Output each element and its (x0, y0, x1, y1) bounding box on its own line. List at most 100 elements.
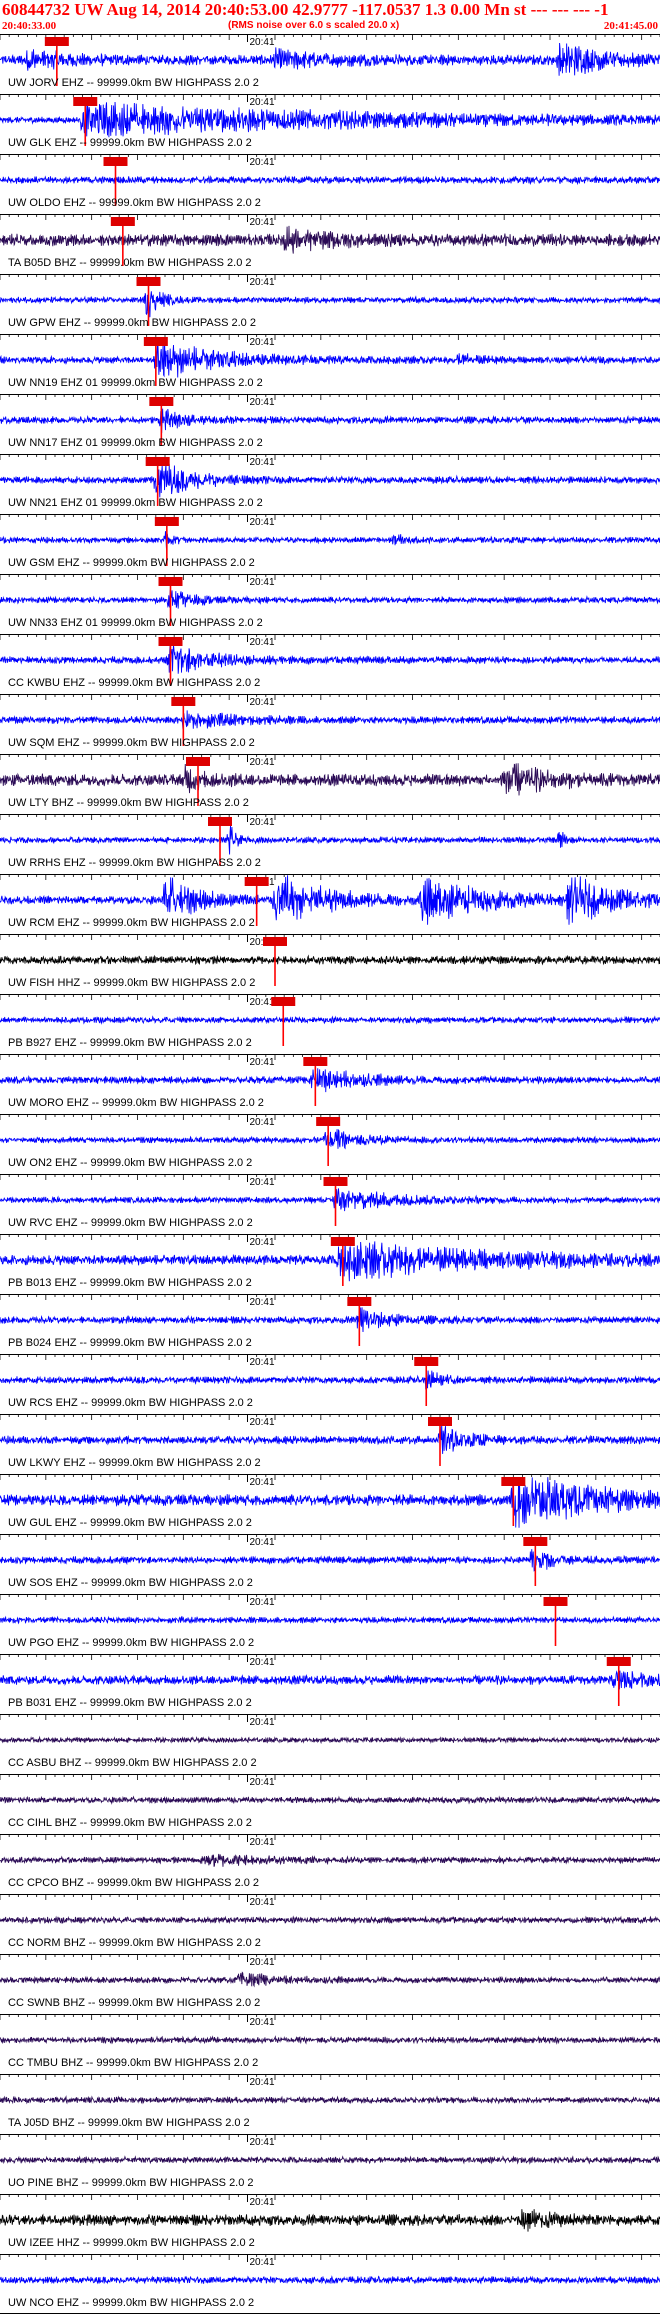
trace-row: 20:41 UW SOS EHZ -- 99999.0km BW HIGHPASS… (0, 1534, 660, 1589)
waveform (0, 1795, 660, 1805)
minute-tick-label: 20:41 (250, 2197, 275, 2208)
minute-tick-label: 20:41 (250, 1597, 275, 1608)
waveform (0, 710, 660, 730)
minute-tick-label: 20:41 (250, 277, 275, 288)
trace-row: 20:41 UW NCO EHZ -- 99999.0km BW HIGHPASS… (0, 2254, 660, 2309)
minute-tick-label: 20:41 (250, 37, 275, 48)
pick-marker (110, 217, 135, 226)
trace-row: 20:41 UW RCS EHZ -- 99999.0km BW HIGHPASS… (0, 1354, 660, 1409)
waveform (0, 531, 660, 549)
waveform (0, 1423, 660, 1454)
pick-marker (158, 577, 183, 586)
pick-marker (136, 277, 161, 286)
trace-row: 20:41 TA B05D BHZ -- 99999.0km BW HIGHPAS… (0, 214, 660, 269)
waveform (0, 175, 660, 186)
station-label: UW RCS EHZ -- 99999.0km BW HIGHPASS 2.0 … (8, 1397, 253, 1409)
waveform (0, 589, 660, 609)
station-label: CC ASBU BHZ -- 99999.0km BW HIGHPASS 2.0… (8, 1757, 257, 1769)
station-label: UW IZEE HHZ -- 99999.0km BW HIGHPASS 2.0… (8, 2237, 255, 2249)
minute-tick-label: 20:41 (250, 817, 275, 828)
pick-marker (73, 97, 98, 106)
header: 60844732 UW Aug 14, 2014 20:40:53.00 42.… (0, 0, 660, 34)
minute-tick-label: 20:41 (250, 997, 275, 1008)
minute-tick-label: 20:41 (250, 1057, 275, 1068)
trace-row: 20:41 UW PGO EHZ -- 99999.0km BW HIGHPASS… (0, 1594, 660, 1649)
pick-marker (501, 1477, 526, 1486)
pick-marker (271, 997, 296, 1006)
waveform (0, 1370, 660, 1390)
start-time: 20:40:33.00 (2, 20, 57, 32)
waveform (0, 1015, 660, 1025)
station-label: TA J05D BHZ -- 99999.0km BW HIGHPASS 2.0… (8, 2117, 250, 2129)
trace-row: 20:41 CC TMBU BHZ -- 99999.0km BW HIGHPAS… (0, 2014, 660, 2069)
trace-row: 20:41 UW NN17 EHZ 01 99999.0km BW HIGHPAS… (0, 394, 660, 449)
station-label: PB B013 EHZ -- 99999.0km BW HIGHPASS 2.0… (8, 1277, 252, 1289)
station-label: UW GUL EHZ -- 99999.0km BW HIGHPASS 2.0 … (8, 1517, 252, 1529)
minute-tick-label: 20:41 (250, 1297, 275, 1308)
waveform (0, 1549, 660, 1572)
minute-tick-label: 20:41 (250, 1537, 275, 1548)
waveform (0, 2095, 660, 2105)
seismogram-plot: 20:41 UW JORV EHZ -- 99999.0km BW HIGHPAS… (0, 34, 660, 2314)
waveform (0, 225, 660, 254)
trace-row: 20:41 UW GLK EHZ -- 99999.0km BW HIGHPASS… (0, 94, 660, 149)
station-label: UO PINE BHZ -- 99999.0km BW HIGHPASS 2.0… (8, 2177, 254, 2189)
minute-tick-label: 20:41 (250, 1657, 275, 1668)
minute-tick-label: 20:41 (250, 2257, 275, 2268)
minute-tick-label: 20:41 (250, 1957, 275, 1968)
waveform (0, 339, 660, 378)
waveform (0, 1615, 660, 1625)
trace-row: 20:41 UW RVC EHZ -- 99999.0km BW HIGHPASS… (0, 1174, 660, 1229)
trace-row: 20:41 UW MORO EHZ -- 99999.0km BW HIGHPAS… (0, 1054, 660, 1109)
waveform (0, 1971, 660, 1988)
pick-marker (186, 757, 210, 766)
trace-row: 20:41 UW NN21 EHZ 01 99999.0km BW HIGHPAS… (0, 454, 660, 509)
trace-row: 20:41 CC ASBU BHZ -- 99999.0km BW HIGHPAS… (0, 1714, 660, 1769)
waveform (0, 2209, 660, 2232)
trace-row: 20:41 CC SWNB BHZ -- 99999.0km BW HIGHPAS… (0, 1954, 660, 2009)
pick-marker (303, 1057, 328, 1066)
station-label: UW RCM EHZ -- 99999.0km BW HIGHPASS 2.0 … (8, 917, 255, 929)
trace-row: 20:41 UW IZEE HHZ -- 99999.0km BW HIGHPAS… (0, 2194, 660, 2249)
trace-row: 20:41 UW JORV EHZ -- 99999.0km BW HIGHPAS… (0, 34, 660, 89)
trace-row: 20:41 CC CPCO BHZ -- 99999.0km BW HIGHPAS… (0, 1834, 660, 1889)
station-label: UW GPW EHZ -- 99999.0km BW HIGHPASS 2.0 … (8, 317, 256, 329)
station-label: UW LTY BHZ -- 99999.0km BW HIGHPASS 2.0 … (8, 797, 249, 809)
minute-tick-label: 20:41 (250, 397, 275, 408)
trace-row: 20:41 UW NN19 EHZ 01 99999.0km BW HIGHPAS… (0, 334, 660, 389)
minute-tick-label: 20:41 (250, 97, 275, 108)
minute-tick-label: 20:41 (250, 457, 275, 468)
waveform (0, 1307, 660, 1332)
trace-row: 20:41 PB B031 EHZ -- 99999.0km BW HIGHPAS… (0, 1654, 660, 1709)
waveform (0, 1188, 660, 1212)
minute-tick-label: 20:41 (250, 1837, 275, 1848)
station-label: CC CPCO BHZ -- 99999.0km BW HIGHPASS 2.0… (8, 1877, 259, 1889)
trace-row: 20:41 CC KWBU EHZ -- 99999.0km BW HIGHPAS… (0, 634, 660, 689)
end-time: 20:41:45.00 (603, 20, 658, 32)
pick-marker (316, 1117, 341, 1126)
scaling-note: (RMS noise over 6.0 s scaled 20.0 x) (228, 20, 400, 31)
trace-row: 20:41 UW NN33 EHZ 01 99999.0km BW HIGHPAS… (0, 574, 660, 629)
station-label: UW NN21 EHZ 01 99999.0km BW HIGHPASS 2.0… (8, 497, 263, 509)
station-label: UW NCO EHZ -- 99999.0km BW HIGHPASS 2.0 … (8, 2297, 254, 2309)
trace-row: 20:41 UW RRHS EHZ -- 99999.0km BW HIGHPAS… (0, 814, 660, 869)
station-label: UW FISH HHZ -- 99999.0km BW HIGHPASS 2.0… (8, 977, 255, 989)
trace-row: 20:41 PB B013 EHZ -- 99999.0km BW HIGHPAS… (0, 1234, 660, 1289)
station-label: UW LKWY EHZ -- 99999.0km BW HIGHPASS 2.0… (8, 1457, 261, 1469)
waveform (0, 1237, 660, 1282)
waveform (0, 102, 660, 138)
station-label: UW PGO EHZ -- 99999.0km BW HIGHPASS 2.0 … (8, 1637, 254, 1649)
station-label: PB B031 EHZ -- 99999.0km BW HIGHPASS 2.0… (8, 1697, 252, 1709)
station-label: UW MORO EHZ -- 99999.0km BW HIGHPASS 2.0… (8, 1097, 264, 1109)
waveform (0, 1853, 660, 1867)
minute-tick-label: 20:41 (250, 1237, 275, 1248)
minute-tick-label: 20:41 (250, 1897, 275, 1908)
waveform (0, 1128, 660, 1150)
pick-marker (414, 1357, 439, 1366)
pick-marker (263, 937, 287, 946)
waveform (0, 825, 660, 855)
pick-marker (330, 1237, 355, 1246)
waveform (0, 642, 660, 674)
station-label: UW OLDO EHZ -- 99999.0km BW HIGHPASS 2.0… (8, 197, 261, 209)
pick-marker (145, 457, 170, 466)
